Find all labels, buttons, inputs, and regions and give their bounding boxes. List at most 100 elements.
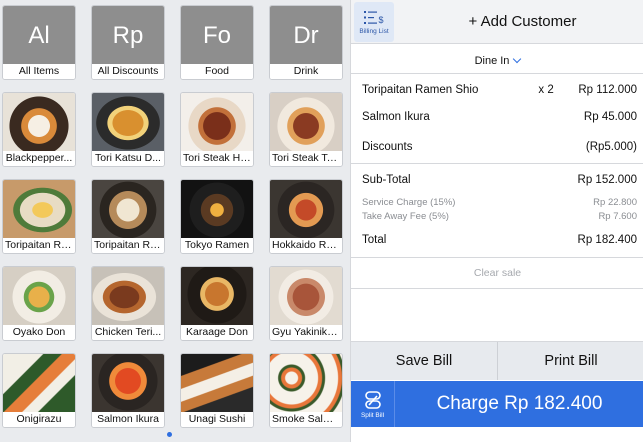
- svg-text:$: $: [379, 15, 384, 25]
- discounts-row[interactable]: Discounts (Rp5.000): [362, 141, 637, 153]
- add-customer-button[interactable]: + Add Customer: [401, 0, 643, 44]
- save-bill-button[interactable]: Save Bill: [351, 342, 498, 380]
- food-photo: [3, 267, 75, 327]
- subtotal-label: Sub-Total: [362, 174, 411, 186]
- item-tile[interactable]: Onigirazu: [2, 353, 76, 428]
- tile-label: Unagi Sushi: [181, 412, 253, 427]
- billing-list-icon: $: [364, 10, 384, 25]
- charge-bar: Split Bill Charge Rp 182.400: [351, 381, 643, 427]
- item-tile[interactable]: Tori Katsu D...: [91, 92, 165, 167]
- order-type-label: Dine In: [474, 55, 510, 67]
- tile-label: Toripaitan Ra...: [3, 238, 75, 253]
- item-tile[interactable]: Hokkaido Ra...: [269, 179, 343, 254]
- bill-actions: Save Bill Print Bill: [351, 341, 643, 380]
- category-tile-drink[interactable]: Dr Drink: [269, 5, 343, 80]
- takeaway-fee-row: Take Away Fee (5%) Rp 7.600: [362, 211, 637, 222]
- split-bill-button[interactable]: Split Bill: [351, 381, 395, 427]
- food-photo: [181, 180, 253, 240]
- clear-sale-button[interactable]: Clear sale: [351, 258, 643, 288]
- takeaway-fee-label: Take Away Fee (5%): [362, 211, 449, 222]
- category-abbr: Rp: [92, 6, 164, 66]
- tile-label: Tori Steak Hi...: [181, 151, 253, 166]
- food-photo: [3, 180, 75, 240]
- cart-line-qty: x 2: [538, 84, 554, 96]
- tile-label: Hokkaido Ra...: [270, 238, 342, 253]
- category-abbr: Fo: [181, 6, 253, 66]
- food-photo: [181, 93, 253, 153]
- billing-list-label: Billing List: [359, 27, 389, 35]
- tile-label: Chicken Teri...: [92, 325, 164, 340]
- divider: [351, 163, 643, 164]
- item-tile[interactable]: Tokyo Ramen: [180, 179, 254, 254]
- item-tile[interactable]: Blackpepper...: [2, 92, 76, 167]
- item-grid: Al All Items Rp All Discounts Fo Food Dr…: [0, 0, 350, 442]
- cart-line[interactable]: Salmon Ikura Rp 45.000: [362, 111, 637, 123]
- order-panel: $ Billing List + Add Customer Dine In To…: [350, 0, 643, 442]
- item-tile[interactable]: Toripaitan Ra...: [91, 179, 165, 254]
- cart-line-amount: Rp 45.000: [583, 111, 637, 123]
- split-bill-icon: [364, 390, 381, 409]
- subtotal-value: Rp 152.000: [577, 174, 637, 186]
- pos-app: Al All Items Rp All Discounts Fo Food Dr…: [0, 0, 643, 442]
- tile-label: Blackpepper...: [3, 151, 75, 166]
- category-abbr: Dr: [270, 6, 342, 66]
- food-photo: [3, 354, 75, 414]
- food-photo: [92, 180, 164, 240]
- category-tile-food[interactable]: Fo Food: [180, 5, 254, 80]
- item-tile[interactable]: Gyu Yakiniku...: [269, 266, 343, 341]
- food-photo: [92, 267, 164, 327]
- billing-list-button[interactable]: $ Billing List: [354, 2, 394, 42]
- discounts-value: (Rp5.000): [585, 141, 637, 153]
- cart-line-qty: [544, 111, 584, 123]
- tile-label: Tori Katsu D...: [92, 151, 164, 166]
- item-tile[interactable]: Salmon Ikura: [91, 353, 165, 428]
- takeaway-fee-value: Rp 7.600: [598, 211, 637, 222]
- subtotal-row: Sub-Total Rp 152.000: [362, 174, 637, 186]
- food-photo: [270, 267, 342, 327]
- order-topbar: $ Billing List + Add Customer: [351, 0, 643, 44]
- tile-label: Toripaitan Ra...: [92, 238, 164, 253]
- total-label: Total: [362, 234, 387, 246]
- food-photo: [270, 354, 342, 414]
- food-photo: [181, 267, 253, 327]
- category-tile-all-discounts[interactable]: Rp All Discounts: [91, 5, 165, 80]
- tile-label: Gyu Yakiniku...: [270, 325, 342, 340]
- category-tile-all-items[interactable]: Al All Items: [2, 5, 76, 80]
- chevron-down-icon: [513, 54, 522, 64]
- item-tile[interactable]: Tori Steak Hi...: [180, 92, 254, 167]
- charge-button[interactable]: Charge Rp 182.400: [395, 381, 643, 427]
- tile-label: Oyako Don: [3, 325, 75, 340]
- item-tile[interactable]: Karaage Don: [180, 266, 254, 341]
- item-tile[interactable]: Tori Steak Te...: [269, 92, 343, 167]
- order-type-dropdown[interactable]: Dine In: [351, 48, 643, 74]
- tile-label: Tori Steak Te...: [270, 151, 342, 166]
- item-tile[interactable]: Unagi Sushi: [180, 353, 254, 428]
- service-charge-label: Service Charge (15%): [362, 197, 456, 208]
- category-abbr: Al: [3, 6, 75, 66]
- service-charge-value: Rp 22.800: [593, 197, 637, 208]
- food-photo: [92, 354, 164, 414]
- print-bill-button[interactable]: Print Bill: [498, 342, 643, 380]
- tile-label: Tokyo Ramen: [181, 238, 253, 253]
- item-tile[interactable]: Smoke Salm...: [269, 353, 343, 428]
- cart-line-amount: Rp 112.000: [578, 84, 637, 96]
- item-tile[interactable]: Chicken Teri...: [91, 266, 165, 341]
- discounts-label: Discounts: [362, 141, 413, 153]
- total-row: Total Rp 182.400: [362, 234, 637, 246]
- service-charge-row: Service Charge (15%) Rp 22.800: [362, 197, 637, 208]
- item-tile[interactable]: Oyako Don: [2, 266, 76, 341]
- food-photo: [270, 180, 342, 240]
- cart-line[interactable]: Toripaitan Ramen Shio x 2 Rp 112.000: [362, 84, 637, 96]
- split-bill-label: Split Bill: [360, 411, 385, 419]
- tile-label: All Items: [3, 64, 75, 79]
- item-tile[interactable]: Toripaitan Ra...: [2, 179, 76, 254]
- total-value: Rp 182.400: [577, 234, 637, 246]
- tile-label: Drink: [270, 64, 342, 79]
- tile-label: Salmon Ikura: [92, 412, 164, 427]
- food-photo: [92, 93, 164, 153]
- tile-label: All Discounts: [92, 64, 164, 79]
- tile-label: Onigirazu: [3, 412, 75, 427]
- tile-label: Food: [181, 64, 253, 79]
- food-photo: [270, 93, 342, 153]
- food-photo: [181, 354, 253, 414]
